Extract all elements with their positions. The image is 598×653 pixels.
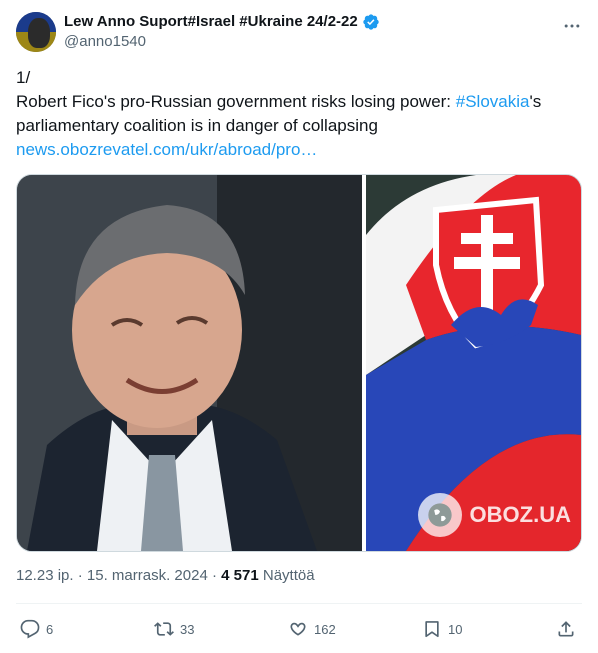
views-count: 4 571 xyxy=(221,567,259,584)
avatar[interactable] xyxy=(16,12,56,52)
tweet-media[interactable]: OBOZ.UA xyxy=(16,174,582,552)
meta-separator-2: · xyxy=(207,567,222,584)
photo-slovak-flag[interactable]: OBOZ.UA xyxy=(366,175,581,551)
views-label: Näyttöä xyxy=(262,567,315,584)
share-button[interactable] xyxy=(556,616,576,642)
tweet-body-start: Robert Fico's pro-Russian government ris… xyxy=(16,92,456,111)
tweet-meta: 12.23 ip. · 15. marrask. 2024 · 4 571 Nä… xyxy=(16,566,315,586)
retweet-count: 33 xyxy=(180,621,195,637)
reply-count: 6 xyxy=(46,621,54,637)
watermark-text: OBOZ.UA xyxy=(469,502,571,527)
author-names: Lew Anno Suport#Israel #Ukraine 24/2-22 … xyxy=(64,12,380,52)
author-handle[interactable]: @anno1540 xyxy=(64,32,380,52)
tweet-body: Robert Fico's pro-Russian government ris… xyxy=(16,90,582,138)
hashtag-link[interactable]: #Slovakia xyxy=(456,92,530,111)
meta-separator: · xyxy=(73,567,87,584)
bookmark-count: 10 xyxy=(448,621,463,637)
tweet-text: 1/ Robert Fico's pro-Russian government … xyxy=(16,66,582,162)
tweet-header: Lew Anno Suport#Israel #Ukraine 24/2-22 … xyxy=(16,12,582,54)
action-bar: 6 33 162 10 xyxy=(16,616,582,642)
like-count: 162 xyxy=(314,621,336,637)
portrait-illustration xyxy=(17,175,362,551)
reply-icon xyxy=(20,619,40,639)
bookmark-button[interactable]: 10 xyxy=(422,616,462,642)
photo-portrait[interactable] xyxy=(17,175,362,551)
globe-icon xyxy=(417,493,462,537)
tweet-time[interactable]: 12.23 ip. xyxy=(16,567,74,584)
article-link[interactable]: news.obozrevatel.com/ukr/abroad/pro… xyxy=(16,140,317,159)
divider xyxy=(16,603,582,604)
heart-icon xyxy=(290,622,306,636)
retweet-button[interactable]: 33 xyxy=(154,616,194,642)
avatar-figure xyxy=(28,18,50,48)
retweet-icon xyxy=(154,622,174,636)
author-display-name-row[interactable]: Lew Anno Suport#Israel #Ukraine 24/2-22 xyxy=(64,12,380,32)
verified-badge-icon xyxy=(363,14,379,30)
like-button[interactable]: 162 xyxy=(288,616,336,642)
more-options-icon[interactable] xyxy=(562,16,582,36)
tweet-date[interactable]: 15. marrask. 2024 xyxy=(87,567,208,584)
oboz-watermark: OBOZ.UA xyxy=(417,493,571,537)
tweet-thread-marker: 1/ xyxy=(16,68,31,87)
bookmark-icon xyxy=(425,621,439,638)
author-display-name[interactable]: Lew Anno Suport#Israel #Ukraine 24/2-22 xyxy=(64,12,358,32)
reply-button[interactable]: 6 xyxy=(20,616,53,642)
share-icon xyxy=(558,621,574,637)
